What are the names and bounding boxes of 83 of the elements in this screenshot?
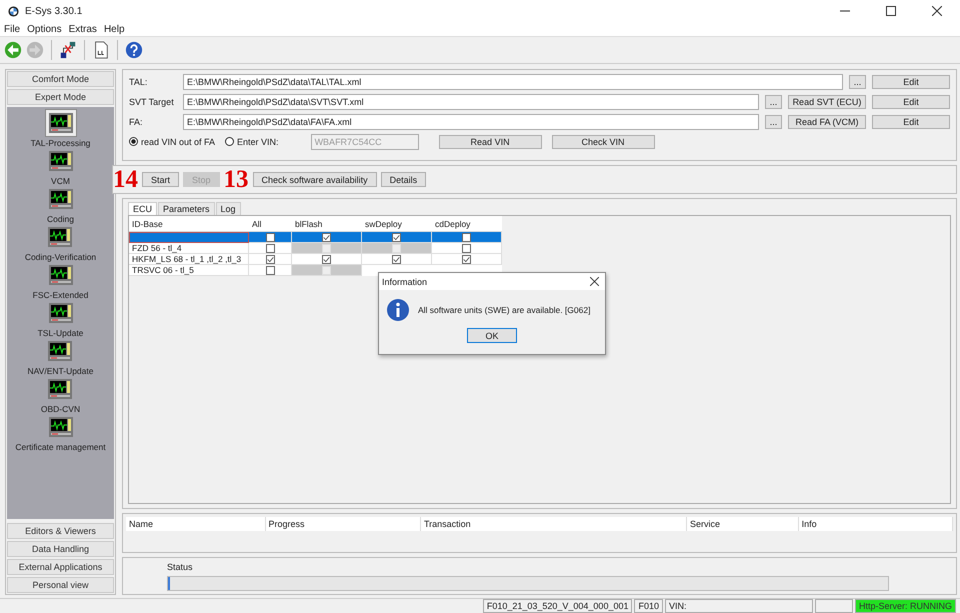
sidebar-button[interactable]: External Applications [7,559,114,575]
action-button[interactable]: Check software availability [252,172,377,187]
menu-item[interactable]: Options [27,24,62,34]
sidebar-button[interactable]: Editors & Viewers [7,523,114,539]
help-icon[interactable] [125,41,143,59]
menu-item[interactable]: Extras [68,24,97,34]
sidebar-button[interactable]: Expert Mode [7,89,114,105]
tab[interactable]: ECU [128,202,158,215]
close-icon[interactable] [590,277,599,286]
step-number: 14 [113,167,138,192]
checkbox[interactable] [392,232,401,242]
network-icon[interactable] [59,41,77,59]
tab[interactable]: Log [216,202,241,215]
column-header: Info [798,517,953,531]
status-segment: VIN: [664,599,813,613]
table-cell: TRSVC 06 - tl_5 [129,265,249,276]
sidebar-item-label[interactable]: Coding [47,214,74,224]
table-cell: FZD 56 - tl_4 [129,243,249,254]
checkbox[interactable] [322,232,331,242]
action-button[interactable]: Edit [872,114,950,128]
dialog-title: Information [382,276,428,286]
dialog-message: All software units (SWE) are available. [G062] [418,305,590,315]
checkbox[interactable] [266,254,274,264]
status-segment: Http-Server: RUNNING [854,599,956,613]
sidebar-item-label[interactable]: FSC-Extended [32,290,88,300]
menu-item[interactable]: File [4,24,20,34]
sidebar-item-label[interactable]: TAL-Processing [30,138,90,148]
sidebar-item-label[interactable]: TSL-Update [38,328,84,338]
app-logo-icon [8,6,19,16]
sidebar-item-label[interactable]: OBD-CVN [40,404,80,414]
checkbox[interactable] [462,232,471,242]
checkbox[interactable] [266,232,274,242]
close-icon[interactable] [932,6,942,16]
status-segment: F010 [634,599,663,613]
field-label: TAL: [129,76,148,86]
sidebar-button[interactable]: Comfort Mode [7,71,114,87]
radio-option[interactable]: read VIN out of FA [129,136,216,146]
action-button[interactable]: Read FA (VCM) [788,114,866,128]
checkbox[interactable] [322,254,331,264]
status-segment: F010_21_03_520_V_004_000_001 [482,599,632,613]
menu-item[interactable]: Help [104,24,125,34]
action-button[interactable]: Edit [872,74,950,88]
ok-button[interactable]: OK [467,328,517,343]
column-header: Name [126,517,266,531]
path-field[interactable]: E:\BMW\Rheingold\PSdZ\data\SVT\SVT.xml [183,94,759,110]
sidebar-item-label[interactable]: Coding-Verification [24,252,96,262]
action-button[interactable]: Read VIN [438,134,542,148]
table-cell: HKFM_LS 68 - tl_1 ,tl_2 ,tl_3 [129,254,249,265]
field-label: SVT Target [129,96,175,106]
status-label: Status [167,562,194,572]
column-header: Transaction [420,517,687,531]
checkbox[interactable] [462,254,471,264]
maximize-icon[interactable] [886,6,896,16]
sidebar-item-label[interactable]: Certificate management [15,442,106,452]
sidebar-item-label[interactable]: VCM [51,176,70,186]
sidebar-button[interactable]: Data Handling [7,541,114,557]
column-header: Progress [266,517,421,531]
window-title: E-Sys 3.30.1 [25,6,82,16]
path-field[interactable]: E:\BMW\Rheingold\PSdZ\data\FA\FA.xml [183,114,759,130]
step-number: 13 [224,167,249,192]
action-button[interactable]: Read SVT (ECU) [788,94,866,108]
sidebar-button[interactable]: Personal view [7,577,114,593]
document-icon[interactable] [92,41,110,59]
checkbox[interactable] [266,244,274,252]
checkbox[interactable] [392,254,401,264]
action-button[interactable]: Check VIN [552,134,655,148]
action-button[interactable]: Details [380,172,426,187]
status-segment [814,599,853,613]
radio-option[interactable]: Enter VIN: [225,136,279,146]
browse-button[interactable]: ... [765,114,782,128]
path-field[interactable]: E:\BMW\Rheingold\PSdZ\data\TAL\TAL.xml [183,74,843,90]
info-icon [386,298,410,322]
sidebar-item-label[interactable]: NAV/ENT-Update [28,366,94,376]
action-button[interactable]: Edit [872,94,950,108]
checkbox[interactable] [462,244,471,252]
browse-button[interactable]: ... [765,94,782,108]
monitor-icon[interactable] [44,109,76,137]
action-button[interactable]: Start [142,172,180,187]
checkbox[interactable] [266,266,274,274]
tab[interactable]: Parameters [158,202,215,215]
field-label: FA: [129,116,144,126]
browse-button[interactable]: ... [849,74,866,88]
column-header: Service [686,517,799,531]
